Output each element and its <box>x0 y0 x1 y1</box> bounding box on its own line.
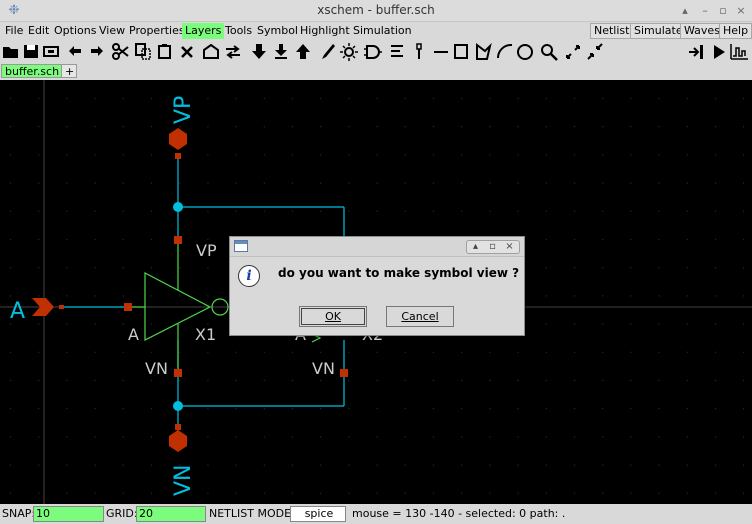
pop-icon[interactable] <box>272 42 290 61</box>
dialog-message: do you want to make symbol view ? <box>278 266 520 280</box>
title-bar: ❉ xschem - buffer.sch ▴ – ▫ × <box>0 0 752 22</box>
snap-input[interactable]: 10 <box>33 506 104 522</box>
menu-symbol[interactable]: Symbol <box>254 23 301 39</box>
x2-vn-label: VN <box>312 359 335 378</box>
x1-a-label: A <box>128 325 139 344</box>
menu-layers[interactable]: Layers <box>182 23 225 39</box>
a-pin-terminal <box>59 305 64 309</box>
swap-icon[interactable] <box>224 42 242 61</box>
simulate-button[interactable]: Simulate <box>630 23 687 39</box>
menu-edit[interactable]: Edit <box>25 23 52 39</box>
restore-icon[interactable]: – <box>696 3 714 19</box>
brush-icon[interactable] <box>318 42 336 61</box>
menu-view[interactable]: View <box>96 23 128 39</box>
menu-highlight[interactable]: Highlight <box>297 23 353 39</box>
copy-icon[interactable] <box>134 42 152 61</box>
redo-icon[interactable] <box>88 42 106 61</box>
waves-icon[interactable] <box>730 42 748 61</box>
x1-vp-label: VP <box>196 241 217 260</box>
dialog-close-icon[interactable]: × <box>501 241 518 253</box>
vp-pin-label: VP <box>171 96 196 124</box>
open-icon[interactable] <box>2 42 20 61</box>
window-title: xschem - buffer.sch <box>317 3 435 17</box>
minimize-icon[interactable]: ▴ <box>676 3 694 19</box>
a-pin-label: A <box>10 299 25 324</box>
make-symbol-dialog: ▴ ▫ × i do you want to make symbol view ? … <box>229 236 525 336</box>
save-icon[interactable] <box>22 42 40 61</box>
ok-button[interactable]: OK <box>299 306 367 327</box>
dialog-maximize-icon[interactable]: ▫ <box>484 241 501 253</box>
menu-tools[interactable]: Tools <box>222 23 255 39</box>
rect-icon[interactable] <box>452 42 470 61</box>
zoom-icon[interactable] <box>540 42 558 61</box>
help-button[interactable]: Help <box>719 23 752 39</box>
dialog-shade-icon[interactable]: ▴ <box>467 241 484 253</box>
toolbar <box>0 40 752 63</box>
vn-pin-label: VN <box>171 464 196 496</box>
paste-icon[interactable] <box>156 42 174 61</box>
x1-vn-label: VN <box>145 359 168 378</box>
line-icon[interactable] <box>432 42 450 61</box>
menu-simulation[interactable]: Simulation <box>350 23 415 39</box>
delete-icon[interactable] <box>178 42 196 61</box>
dialog-titlebar[interactable]: ▴ ▫ × <box>230 237 524 257</box>
status-bar: SNAP: 10 GRID: 20 NETLIST MODE: spice mo… <box>0 504 752 524</box>
zoom-in-icon[interactable] <box>564 42 582 61</box>
junction-vp <box>173 202 183 212</box>
poly-icon[interactable] <box>474 42 492 61</box>
tab-bar: buffer.sch + <box>0 63 752 79</box>
mouse-info: mouse = 130 -140 - selected: 0 path: . <box>352 507 566 520</box>
x1-name-label: X1 <box>195 325 216 344</box>
pin-icon[interactable] <box>410 42 428 61</box>
vn-pin-terminal <box>175 424 181 430</box>
add-tab-button[interactable]: + <box>61 64 77 78</box>
dialog-window-controls: ▴ ▫ × <box>466 240 520 254</box>
menu-bar: File Edit Options View Properties Layers… <box>0 22 752 40</box>
window-icon <box>234 240 248 252</box>
grid-input[interactable]: 20 <box>136 506 206 522</box>
sun-icon[interactable] <box>340 42 358 61</box>
arc-icon[interactable] <box>496 42 514 61</box>
up-icon[interactable] <box>294 42 312 61</box>
waves-button[interactable]: Waves <box>680 23 724 39</box>
reload-icon[interactable] <box>42 42 60 61</box>
undo-icon[interactable] <box>66 42 84 61</box>
grid-label: GRID: <box>106 507 138 520</box>
snap-label: SNAP: <box>2 507 36 520</box>
netlist-mode-label: NETLIST MODE: <box>209 507 295 520</box>
netlist-button[interactable]: Netlist <box>590 23 634 39</box>
simulate-icon[interactable] <box>710 42 728 61</box>
zoom-out-icon[interactable] <box>586 42 604 61</box>
close-icon[interactable]: × <box>732 3 750 19</box>
maximize-icon[interactable]: ▫ <box>714 3 732 19</box>
tab-buffer-sch[interactable]: buffer.sch <box>1 64 64 78</box>
push-icon[interactable] <box>250 42 268 61</box>
cancel-button[interactable]: Cancel <box>386 306 454 327</box>
netlist-mode-value[interactable]: spice <box>290 506 346 522</box>
new-window-icon[interactable] <box>202 42 220 61</box>
label-icon[interactable] <box>388 42 406 61</box>
menu-properties[interactable]: Properties <box>126 23 188 39</box>
junction-vn <box>173 401 183 411</box>
gate-icon[interactable] <box>364 42 382 61</box>
menu-options[interactable]: Options <box>51 23 99 39</box>
cut-icon[interactable] <box>112 42 130 61</box>
menu-file[interactable]: File <box>2 23 26 39</box>
vp-pin-terminal <box>175 153 181 159</box>
info-icon: i <box>238 265 260 287</box>
netlist-icon[interactable] <box>688 42 706 61</box>
circle-icon[interactable] <box>516 42 534 61</box>
